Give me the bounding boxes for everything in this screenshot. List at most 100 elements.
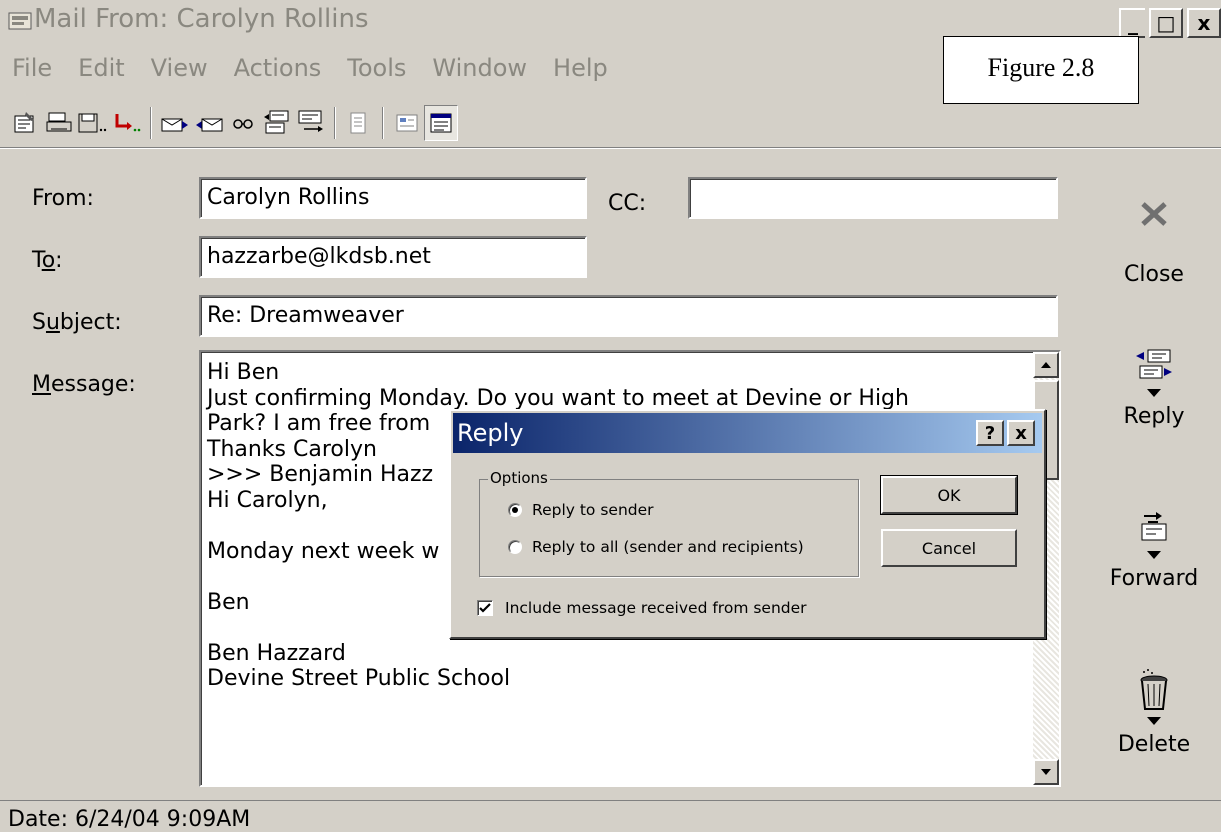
move-icon <box>115 114 141 132</box>
view-button[interactable] <box>390 105 424 141</box>
reply-toolbar-button[interactable] <box>260 105 294 141</box>
move-to-folder-button[interactable] <box>110 105 144 141</box>
toolbar-separator <box>150 107 152 139</box>
message-line: Ben Hazzard <box>207 640 346 666</box>
maximize-button[interactable]: □ <box>1149 8 1183 38</box>
toolbar-separator <box>334 107 336 139</box>
reply-icon <box>1136 349 1172 379</box>
help-icon: ? <box>984 422 996 444</box>
reply-dialog: Reply ? x Options Reply to sender Reply … <box>449 409 1046 639</box>
print-button[interactable] <box>42 105 76 141</box>
include-message-checkbox[interactable] <box>477 600 493 616</box>
message-label: Message: <box>32 372 136 397</box>
message-line: Just confirming Monday. Do you want to m… <box>207 385 909 411</box>
close-icon: x <box>1015 422 1027 444</box>
ok-button[interactable]: OK <box>880 475 1018 515</box>
delete-dropdown-icon <box>1147 717 1161 725</box>
figure-label: Figure 2.8 <box>943 36 1139 104</box>
view-icon <box>396 114 418 132</box>
options-group-label: Options <box>488 469 550 487</box>
to-field[interactable]: hazzarbe@lkdsb.net <box>199 236 587 278</box>
forward-dropdown-icon <box>1147 551 1161 559</box>
radio-sender[interactable] <box>508 503 522 517</box>
reply-toolbar-icon <box>264 110 289 134</box>
delete-action-label: Delete <box>1117 732 1191 757</box>
subject-field[interactable]: Re: Dreamweaver <box>199 295 1058 337</box>
status-bar: Date: 6/24/04 9:09AM <box>0 800 1221 832</box>
cc-field[interactable] <box>688 177 1058 219</box>
save-button[interactable] <box>76 105 110 141</box>
trash-icon <box>1140 669 1168 710</box>
close-x-icon <box>1141 202 1167 226</box>
close-icon: x <box>1197 11 1211 35</box>
scroll-down-icon <box>1041 769 1051 775</box>
reply-to-all-option[interactable]: Reply to all (sender and recipients) <box>508 538 804 556</box>
menu-bar: File Edit View Actions Tools Window Help <box>0 48 622 88</box>
forward-action-button[interactable]: Forward <box>1089 508 1219 591</box>
preview-pane-button[interactable] <box>424 105 458 141</box>
close-window-button[interactable]: x <box>1187 8 1221 38</box>
cc-label: CC: <box>608 191 647 216</box>
previous-item-button[interactable] <box>158 105 192 141</box>
dialog-help-button[interactable]: ? <box>976 420 1004 446</box>
from-label: From: <box>32 186 94 211</box>
window-title: Mail From: Carolyn Rollins <box>34 4 369 34</box>
dialog-title: Reply <box>457 419 524 447</box>
properties-icon <box>14 112 34 133</box>
menu-view[interactable]: View <box>151 54 208 82</box>
reply-to-all-label: Reply to all (sender and recipients) <box>532 538 804 556</box>
include-message-label: Include message received from sender <box>505 599 807 617</box>
find-icon <box>233 119 253 129</box>
to-label: To: <box>32 248 63 273</box>
menu-tools[interactable]: Tools <box>347 54 406 82</box>
close-action-button[interactable]: Close <box>1089 200 1219 287</box>
delete-action-button[interactable]: Delete <box>1089 668 1219 757</box>
reply-dropdown-icon <box>1147 389 1161 397</box>
save-icon <box>78 113 107 133</box>
maximize-icon: □ <box>1156 11 1176 35</box>
menu-file[interactable]: File <box>12 54 52 82</box>
toolbar <box>0 100 1221 146</box>
forward-toolbar-icon <box>298 110 323 132</box>
include-message-option[interactable]: Include message received from sender <box>477 599 807 617</box>
scroll-up-icon <box>1041 362 1051 368</box>
dialog-close-button[interactable]: x <box>1007 420 1035 446</box>
mail-app-icon <box>8 9 34 35</box>
dialog-title-bar: Reply ? x <box>453 413 1042 453</box>
toolbar-separator <box>382 107 384 139</box>
forward-toolbar-button[interactable] <box>294 105 328 141</box>
scroll-up-button[interactable] <box>1033 352 1059 378</box>
reply-action-label: Reply <box>1123 404 1185 429</box>
menu-help[interactable]: Help <box>553 54 608 82</box>
next-item-button[interactable] <box>192 105 226 141</box>
reply-to-sender-option[interactable]: Reply to sender <box>508 501 654 519</box>
menu-edit[interactable]: Edit <box>78 54 124 82</box>
toolbar-divider <box>0 147 1221 149</box>
find-button[interactable] <box>226 105 260 141</box>
cancel-button[interactable]: Cancel <box>881 529 1017 567</box>
close-action-label: Close <box>1124 262 1184 287</box>
next-icon <box>196 118 223 132</box>
properties-button[interactable] <box>8 105 42 141</box>
checkmark-icon <box>479 603 491 613</box>
minimize-button[interactable]: _ <box>1119 8 1145 38</box>
forward-action-label: Forward <box>1109 566 1199 591</box>
scroll-down-button[interactable] <box>1033 759 1059 785</box>
subject-label: Subject: <box>32 310 122 335</box>
message-line: Devine Street Public School <box>207 666 511 691</box>
menu-actions[interactable]: Actions <box>234 54 322 82</box>
status-date: Date: 6/24/04 9:09AM <box>8 807 251 832</box>
minimize-icon: _ <box>1128 11 1138 35</box>
radio-all[interactable] <box>508 540 522 554</box>
message-line: Hi Ben <box>207 360 280 385</box>
previous-icon <box>161 118 188 132</box>
options-group: Options Reply to sender Reply to all (se… <box>479 469 859 577</box>
message-details-button[interactable] <box>342 105 376 141</box>
print-icon <box>46 112 72 132</box>
reply-action-button[interactable]: Reply <box>1089 348 1219 429</box>
forward-icon <box>1141 512 1167 541</box>
preview-icon <box>430 113 452 133</box>
from-field[interactable]: Carolyn Rollins <box>199 177 587 219</box>
menu-window[interactable]: Window <box>432 54 527 82</box>
reply-to-sender-label: Reply to sender <box>532 501 654 519</box>
